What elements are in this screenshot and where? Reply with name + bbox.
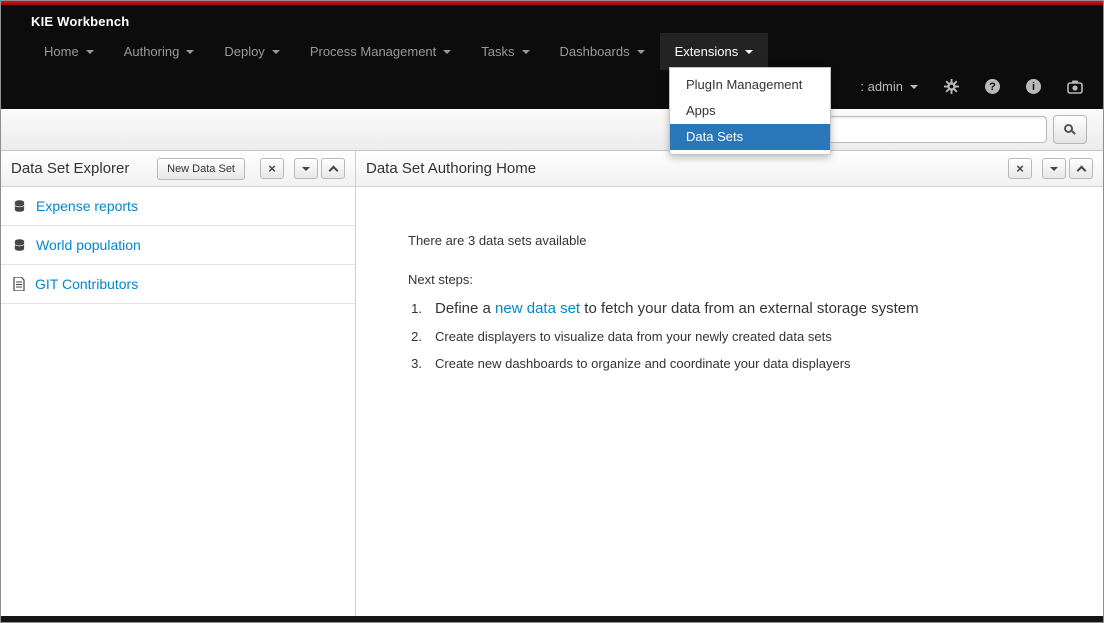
bottom-dark-strip xyxy=(1,616,1103,622)
app-title: KIE Workbench xyxy=(1,5,1103,29)
menu-item-apps[interactable]: Apps xyxy=(670,98,830,124)
help-icon[interactable]: ? xyxy=(985,79,1000,94)
home-content: There are 3 data sets available Next ste… xyxy=(356,187,1103,383)
menu-item-plugin-management[interactable]: PlugIn Management xyxy=(670,72,830,98)
file-icon xyxy=(13,277,25,291)
next-step-3: 3. Create new dashboards to organize and… xyxy=(408,356,1083,371)
data-set-link: Expense reports xyxy=(36,198,138,214)
data-set-icon xyxy=(13,238,26,252)
data-set-authoring-home-panel: Data Set Authoring Home × There are 3 da… xyxy=(356,151,1103,616)
home-panel-title: Data Set Authoring Home xyxy=(366,160,1005,177)
search-button[interactable] xyxy=(1053,115,1087,144)
main-navbar: Home Authoring Deploy Process Management… xyxy=(29,33,1103,70)
data-set-icon xyxy=(13,199,26,213)
panel-close-button[interactable]: × xyxy=(260,158,284,179)
caret-down-icon xyxy=(910,85,918,89)
screenshot-icon[interactable] xyxy=(1067,80,1083,94)
panel-close-button[interactable]: × xyxy=(1008,158,1032,179)
user-area: : admin ? i xyxy=(860,79,1083,94)
next-steps-heading: Next steps: xyxy=(408,272,1083,287)
caret-down-icon xyxy=(637,50,645,54)
panel-maximize-button[interactable] xyxy=(1069,158,1093,179)
panel-menu-button[interactable] xyxy=(294,158,318,179)
data-set-link: World population xyxy=(36,237,141,253)
secondary-toolbar xyxy=(1,109,1103,151)
nav-item-deploy[interactable]: Deploy xyxy=(209,33,294,70)
info-icon[interactable]: i xyxy=(1026,79,1041,94)
caret-down-icon xyxy=(443,50,451,54)
chevron-up-icon xyxy=(1076,165,1086,175)
caret-down-icon xyxy=(272,50,280,54)
nav-item-process-management[interactable]: Process Management xyxy=(295,33,466,70)
app-header: KIE Workbench Home Authoring Deploy Proc… xyxy=(1,5,1103,109)
gear-icon[interactable] xyxy=(944,79,959,94)
caret-down-icon xyxy=(745,50,753,54)
nav-item-extensions[interactable]: Extensions xyxy=(660,33,769,70)
next-step-1: 1. Define a new data set to fetch your d… xyxy=(408,300,1083,317)
nav-item-dashboards[interactable]: Dashboards xyxy=(545,33,660,70)
panel-menu-button[interactable] xyxy=(1042,158,1066,179)
search-input[interactable] xyxy=(807,116,1047,143)
nav-item-tasks[interactable]: Tasks xyxy=(466,33,544,70)
nav-item-authoring[interactable]: Authoring xyxy=(109,33,210,70)
caret-down-icon xyxy=(302,167,310,171)
user-menu[interactable]: : admin xyxy=(860,79,918,94)
nav-item-home[interactable]: Home xyxy=(29,33,109,70)
step-text-pre: Define a xyxy=(435,300,495,317)
data-set-link: GIT Contributors xyxy=(35,276,138,292)
datasets-available-text: There are 3 data sets available xyxy=(408,233,1083,248)
data-set-explorer-panel: Data Set Explorer New Data Set × xyxy=(1,151,356,616)
list-item-world-population[interactable]: World population xyxy=(1,226,355,265)
explorer-panel-title: Data Set Explorer xyxy=(11,160,157,177)
next-step-2: 2. Create displayers to visualize data f… xyxy=(408,329,1083,344)
chevron-up-icon xyxy=(328,165,338,175)
caret-down-icon xyxy=(186,50,194,54)
search-bar xyxy=(807,115,1087,144)
explorer-panel-header: Data Set Explorer New Data Set × xyxy=(1,151,355,187)
panel-maximize-button[interactable] xyxy=(321,158,345,179)
menu-item-data-sets[interactable]: Data Sets xyxy=(670,124,830,150)
caret-down-icon xyxy=(522,50,530,54)
main-content: Data Set Explorer New Data Set × xyxy=(1,151,1103,616)
home-panel-header: Data Set Authoring Home × xyxy=(356,151,1103,187)
caret-down-icon xyxy=(1050,167,1058,171)
list-item-expense-reports[interactable]: Expense reports xyxy=(1,187,355,226)
list-item-git-contributors[interactable]: GIT Contributors xyxy=(1,265,355,304)
extensions-dropdown-menu: PlugIn Management Apps Data Sets xyxy=(669,67,831,155)
kie-workbench-window: KIE Workbench Home Authoring Deploy Proc… xyxy=(0,0,1104,623)
caret-down-icon xyxy=(86,50,94,54)
step-text-post: to fetch your data from an external stor… xyxy=(580,300,919,317)
new-data-set-button[interactable]: New Data Set xyxy=(157,158,245,180)
new-data-set-link[interactable]: new data set xyxy=(495,300,580,317)
search-icon xyxy=(1064,124,1073,133)
